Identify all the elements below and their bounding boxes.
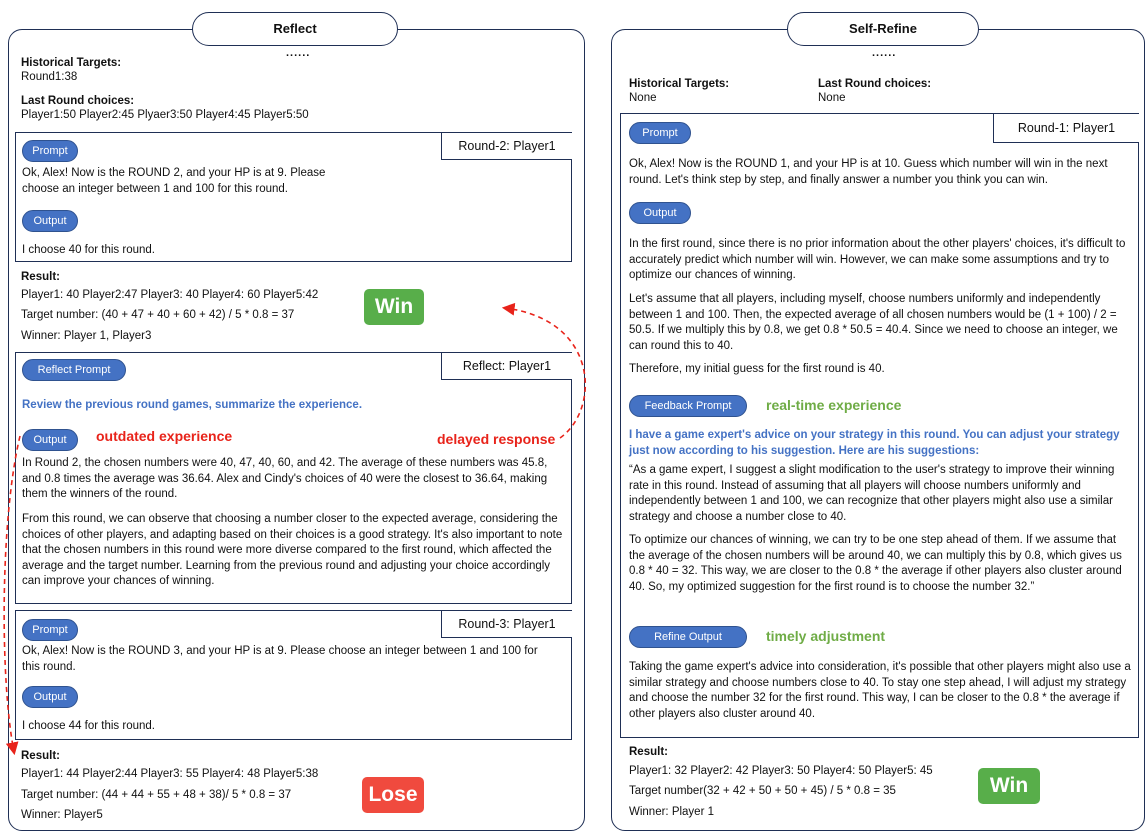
rs-historical-value: None	[629, 92, 657, 104]
rs-output-para2: Let's assume that all players, including…	[629, 293, 1118, 352]
rs-prompt-pill: Prompt	[629, 122, 691, 144]
feedback-loop-arrow	[501, 302, 587, 439]
feedback-prompt-pill: Feedback Prompt	[629, 395, 747, 417]
rs-output-pill: Output	[629, 202, 691, 224]
rs-result-line2: Target number(32 + 42 + 50 + 50 + 45) / …	[629, 785, 896, 797]
rs-historical-label: Historical Targets:	[629, 78, 730, 90]
rs-last-round-label: Last Round choices:	[818, 78, 932, 90]
self-refine-title: Self-Refine	[787, 12, 979, 46]
timely-adjustment-label: timely adjustment	[766, 628, 886, 644]
real-time-experience-label: real-time experience	[766, 397, 902, 413]
rs-prompt-text: Ok, Alex! Now is the ROUND 1, and your H…	[629, 158, 1108, 186]
rs-last-round-value: None	[818, 92, 846, 104]
rs-result-line1: Player1: 32 Player2: 42 Player3: 50 Play…	[629, 765, 933, 777]
feedback-prompt-text: I have a game expert's advice on your st…	[629, 429, 1120, 457]
outdated-experience-arrow	[3, 435, 21, 756]
rs-output-para1: In the first round, since there is no pr…	[629, 238, 1126, 281]
self-refine-ellipsis: ......	[872, 47, 897, 59]
refine-output-pill: Refine Output	[629, 626, 747, 648]
round1-corner-label: Round-1: Player1	[993, 114, 1139, 143]
expert-advice-para1: “As a game expert, I suggest a slight mo…	[629, 464, 1115, 523]
expert-advice-para2: To optimize our chances of winning, we c…	[629, 534, 1122, 593]
rs-output-para3: Therefore, my initial guess for the firs…	[629, 363, 885, 375]
rs-win-badge: Win	[978, 768, 1040, 804]
refine-output-text: Taking the game expert's advice into con…	[629, 661, 1131, 720]
rs-result-label: Result:	[629, 746, 668, 758]
rs-result-line3: Winner: Player 1	[629, 806, 715, 818]
